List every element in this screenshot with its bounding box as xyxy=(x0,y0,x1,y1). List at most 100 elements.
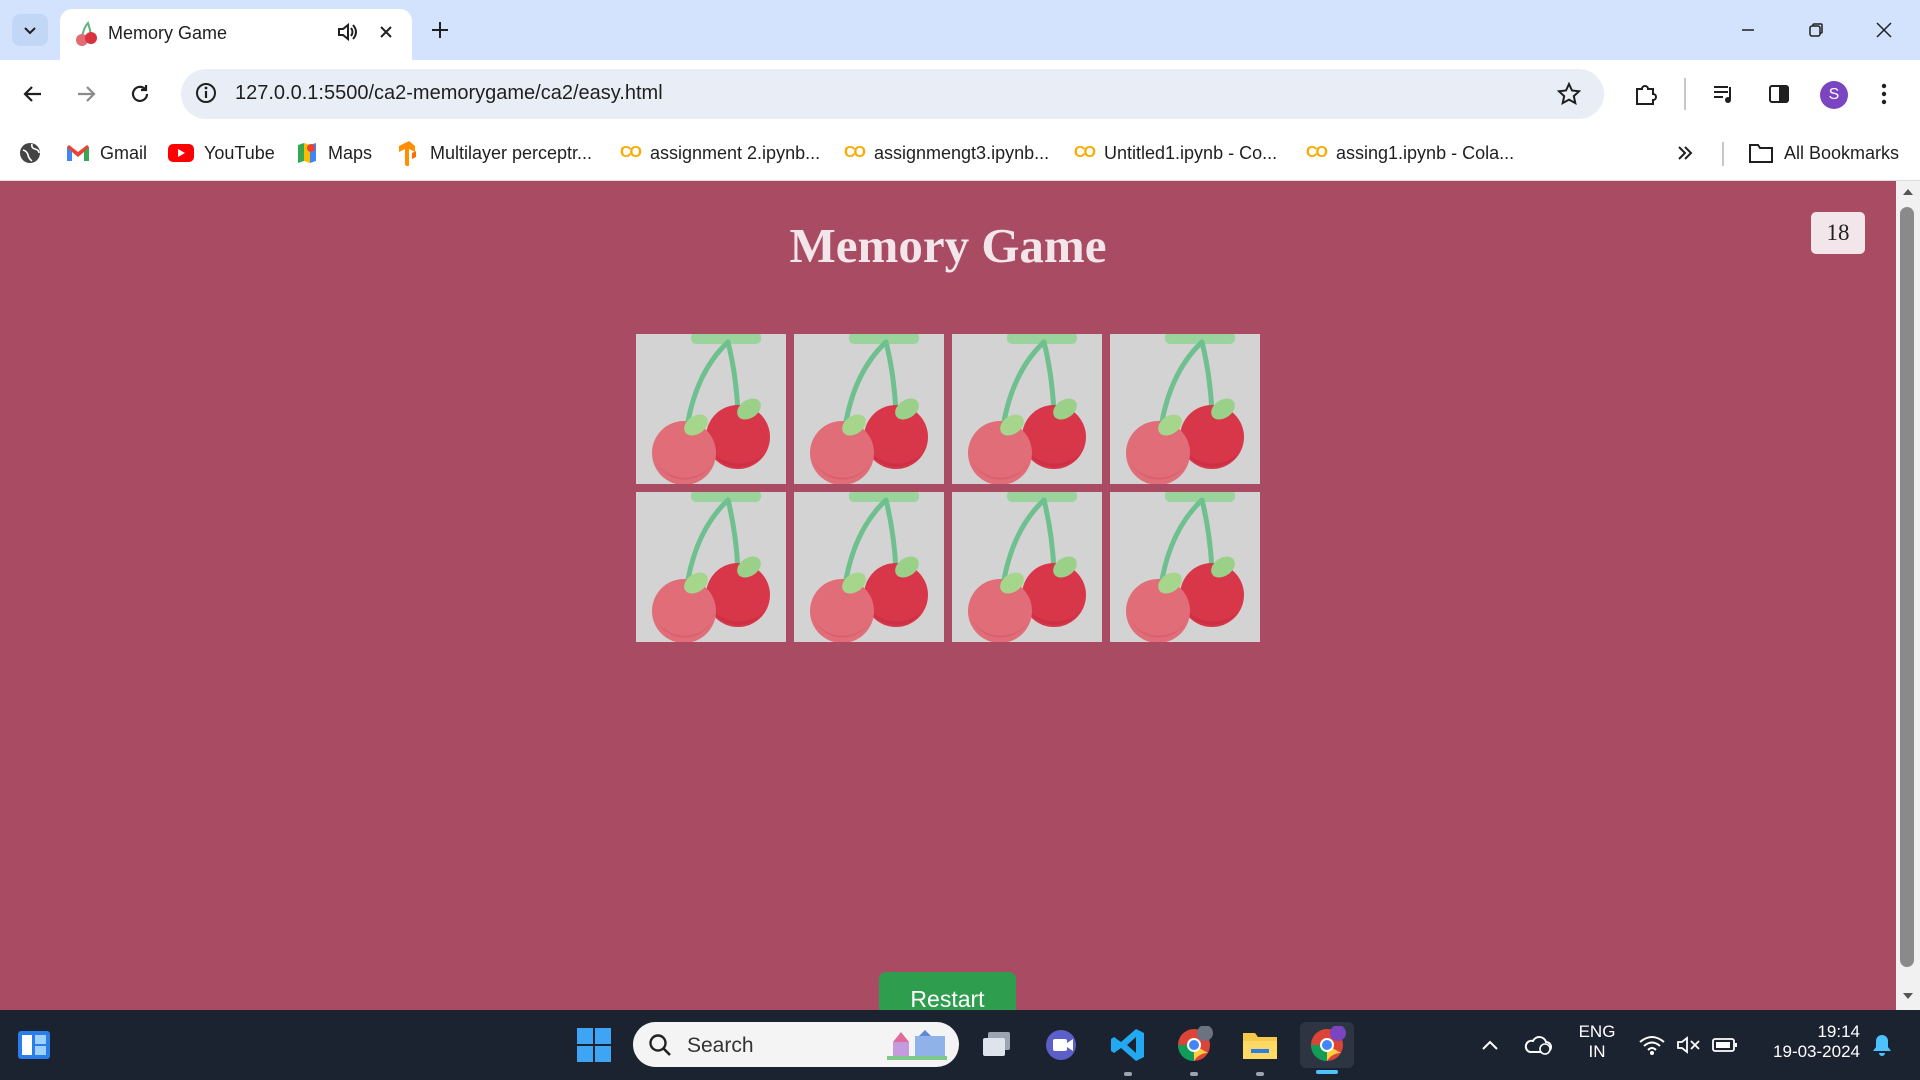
maps-icon xyxy=(298,143,316,163)
folder-explorer-icon xyxy=(1243,1033,1277,1059)
side-panel-icon xyxy=(1769,85,1789,103)
bookmarks-bar: Gmail YouTube Maps Multilayer perceptr..… xyxy=(0,128,1920,181)
clock[interactable]: 19:14 19-03-2024 xyxy=(1752,1022,1860,1062)
globe-icon xyxy=(20,143,40,163)
colab-icon: CO xyxy=(1074,144,1096,161)
reload-button[interactable] xyxy=(122,76,158,112)
media-controls-button[interactable] xyxy=(1706,76,1742,112)
bell-icon xyxy=(1873,1035,1891,1056)
media-queue-icon xyxy=(1714,86,1731,103)
page-title: Memory Game xyxy=(789,218,1107,273)
plus-icon xyxy=(432,22,448,38)
memory-card-cherry[interactable] xyxy=(1110,492,1260,642)
colab-icon: CO xyxy=(1306,144,1328,161)
start-button[interactable] xyxy=(570,1022,618,1068)
bookmark-assing1[interactable]: CO assing1.ipynb - Cola... xyxy=(1306,139,1514,167)
cherry-icon xyxy=(810,492,928,642)
forward-button[interactable] xyxy=(68,76,104,112)
memory-card-cherry[interactable] xyxy=(636,334,786,484)
speaker-muted-icon xyxy=(1677,1036,1700,1054)
puzzle-icon xyxy=(1636,85,1657,105)
notifications-button[interactable] xyxy=(1858,1022,1906,1068)
scroll-down-arrow-icon[interactable] xyxy=(1902,991,1914,1001)
close-icon xyxy=(1876,22,1892,38)
more-bookmarks-button[interactable] xyxy=(1676,139,1704,167)
back-button[interactable] xyxy=(15,76,51,112)
apps-shortcut[interactable] xyxy=(18,139,52,167)
bookmark-label: assignmengt3.ipynb... xyxy=(874,142,1050,163)
quick-settings-button[interactable] xyxy=(1632,1022,1744,1068)
reload-icon xyxy=(131,85,149,102)
memory-card-cherry[interactable] xyxy=(1110,334,1260,484)
show-hidden-icons-button[interactable] xyxy=(1466,1022,1514,1068)
more-vertical-icon xyxy=(1881,83,1887,105)
chevron-up-icon xyxy=(1482,1040,1498,1050)
memory-card-cherry[interactable] xyxy=(794,492,944,642)
bookmark-label: Gmail xyxy=(100,142,148,163)
extensions-button[interactable] xyxy=(1628,76,1664,112)
language-indicator[interactable]: ENG IN xyxy=(1572,1022,1622,1062)
tab-search-button[interactable] xyxy=(12,14,48,46)
arrow-left-icon xyxy=(23,86,41,102)
memory-card-cherry[interactable] xyxy=(952,492,1102,642)
cherry-icon xyxy=(968,492,1086,642)
bookmark-assignmengt3[interactable]: CO assignmengt3.ipynb... xyxy=(844,139,1049,167)
site-info-icon[interactable] xyxy=(193,80,219,106)
bookmarks-separator xyxy=(1722,142,1724,166)
bookmark-gmail[interactable]: Gmail xyxy=(66,139,147,167)
browser-toolbar: 127.0.0.1:5500/ca2-memorygame/ca2/easy.h… xyxy=(0,60,1920,128)
gmail-icon xyxy=(67,145,89,161)
bookmark-untitled1[interactable]: CO Untitled1.ipynb - Co... xyxy=(1074,139,1277,167)
memory-card-cherry[interactable] xyxy=(794,334,944,484)
memory-card-cherry[interactable] xyxy=(952,334,1102,484)
widgets-icon xyxy=(18,1031,50,1059)
bookmark-youtube[interactable]: YouTube xyxy=(168,139,275,167)
widgets-button[interactable] xyxy=(10,1022,58,1068)
bookmark-maps[interactable]: Maps xyxy=(296,139,372,167)
url-text[interactable]: 127.0.0.1:5500/ca2-memorygame/ca2/easy.h… xyxy=(235,82,663,105)
tab-memory-game[interactable]: Memory Game xyxy=(60,9,412,60)
cherry-favicon-icon xyxy=(76,21,97,46)
new-tab-button[interactable] xyxy=(424,14,456,46)
minimize-button[interactable] xyxy=(1728,14,1768,46)
tensorflow-icon xyxy=(399,141,416,166)
running-indicator xyxy=(1256,1072,1264,1076)
region-code: IN xyxy=(1588,1042,1606,1061)
scroll-up-arrow-icon[interactable] xyxy=(1902,187,1914,197)
page-scrollbar[interactable] xyxy=(1896,181,1920,1010)
bookmark-label: assignment 2.ipynb... xyxy=(650,142,821,163)
profile-avatar[interactable]: S xyxy=(1820,81,1848,109)
vscode-button[interactable] xyxy=(1104,1022,1152,1076)
bookmark-star-icon[interactable] xyxy=(1556,81,1582,107)
cherry-icon xyxy=(810,334,928,484)
bookmark-label: Multilayer perceptr... xyxy=(430,142,593,163)
bookmark-assignment-2[interactable]: CO assignment 2.ipynb... xyxy=(620,139,820,167)
colab-icon: CO xyxy=(620,144,642,161)
onedrive-button[interactable] xyxy=(1514,1022,1562,1068)
address-bar[interactable]: 127.0.0.1:5500/ca2-memorygame/ca2/easy.h… xyxy=(181,69,1604,119)
scrollbar-thumb[interactable] xyxy=(1900,207,1914,967)
all-bookmarks-button[interactable]: All Bookmarks xyxy=(1748,139,1899,167)
teams-meet-button[interactable] xyxy=(1038,1022,1086,1068)
folder-icon xyxy=(1749,144,1773,163)
bookmark-label: assing1.ipynb - Cola... xyxy=(1336,142,1515,163)
close-window-button[interactable] xyxy=(1864,14,1904,46)
chrome-active-button[interactable] xyxy=(1300,1022,1354,1074)
cherry-icon xyxy=(968,334,1086,484)
task-view-button[interactable] xyxy=(973,1022,1021,1068)
double-chevron-right-icon xyxy=(1678,146,1693,160)
bookmark-multilayer-perceptron[interactable]: Multilayer perceptr... xyxy=(398,139,592,167)
speaker-icon[interactable] xyxy=(336,21,358,43)
side-panel-button[interactable] xyxy=(1761,76,1797,112)
chrome-menu-button[interactable] xyxy=(1866,76,1902,112)
file-explorer-button[interactable] xyxy=(1236,1022,1284,1076)
restore-icon xyxy=(1809,23,1823,37)
close-tab-icon[interactable] xyxy=(376,22,396,42)
running-indicator xyxy=(1124,1072,1132,1076)
chrome-profile-2-button[interactable] xyxy=(1170,1022,1218,1076)
restart-button[interactable]: Restart xyxy=(879,972,1016,1010)
restore-button[interactable] xyxy=(1796,14,1836,46)
cherry-icon xyxy=(652,492,770,642)
memory-card-cherry[interactable] xyxy=(636,492,786,642)
taskbar-search[interactable]: Search xyxy=(633,1022,959,1067)
